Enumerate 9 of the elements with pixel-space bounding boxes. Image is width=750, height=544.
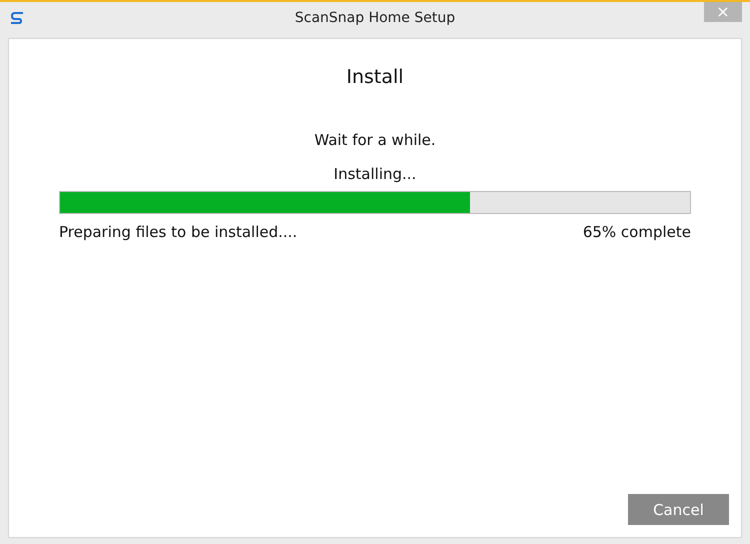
- page-heading: Install: [346, 66, 404, 88]
- percent-text: 65% complete: [582, 223, 691, 241]
- wait-message: Wait for a while.: [314, 131, 436, 149]
- close-button[interactable]: ×: [704, 2, 742, 22]
- progress-label: Installing...: [334, 165, 416, 183]
- window-title: ScanSnap Home Setup: [294, 10, 456, 26]
- app-logo-icon: [10, 12, 24, 24]
- cancel-button[interactable]: Cancel: [628, 494, 729, 525]
- status-text: Preparing files to be installed....: [59, 223, 298, 241]
